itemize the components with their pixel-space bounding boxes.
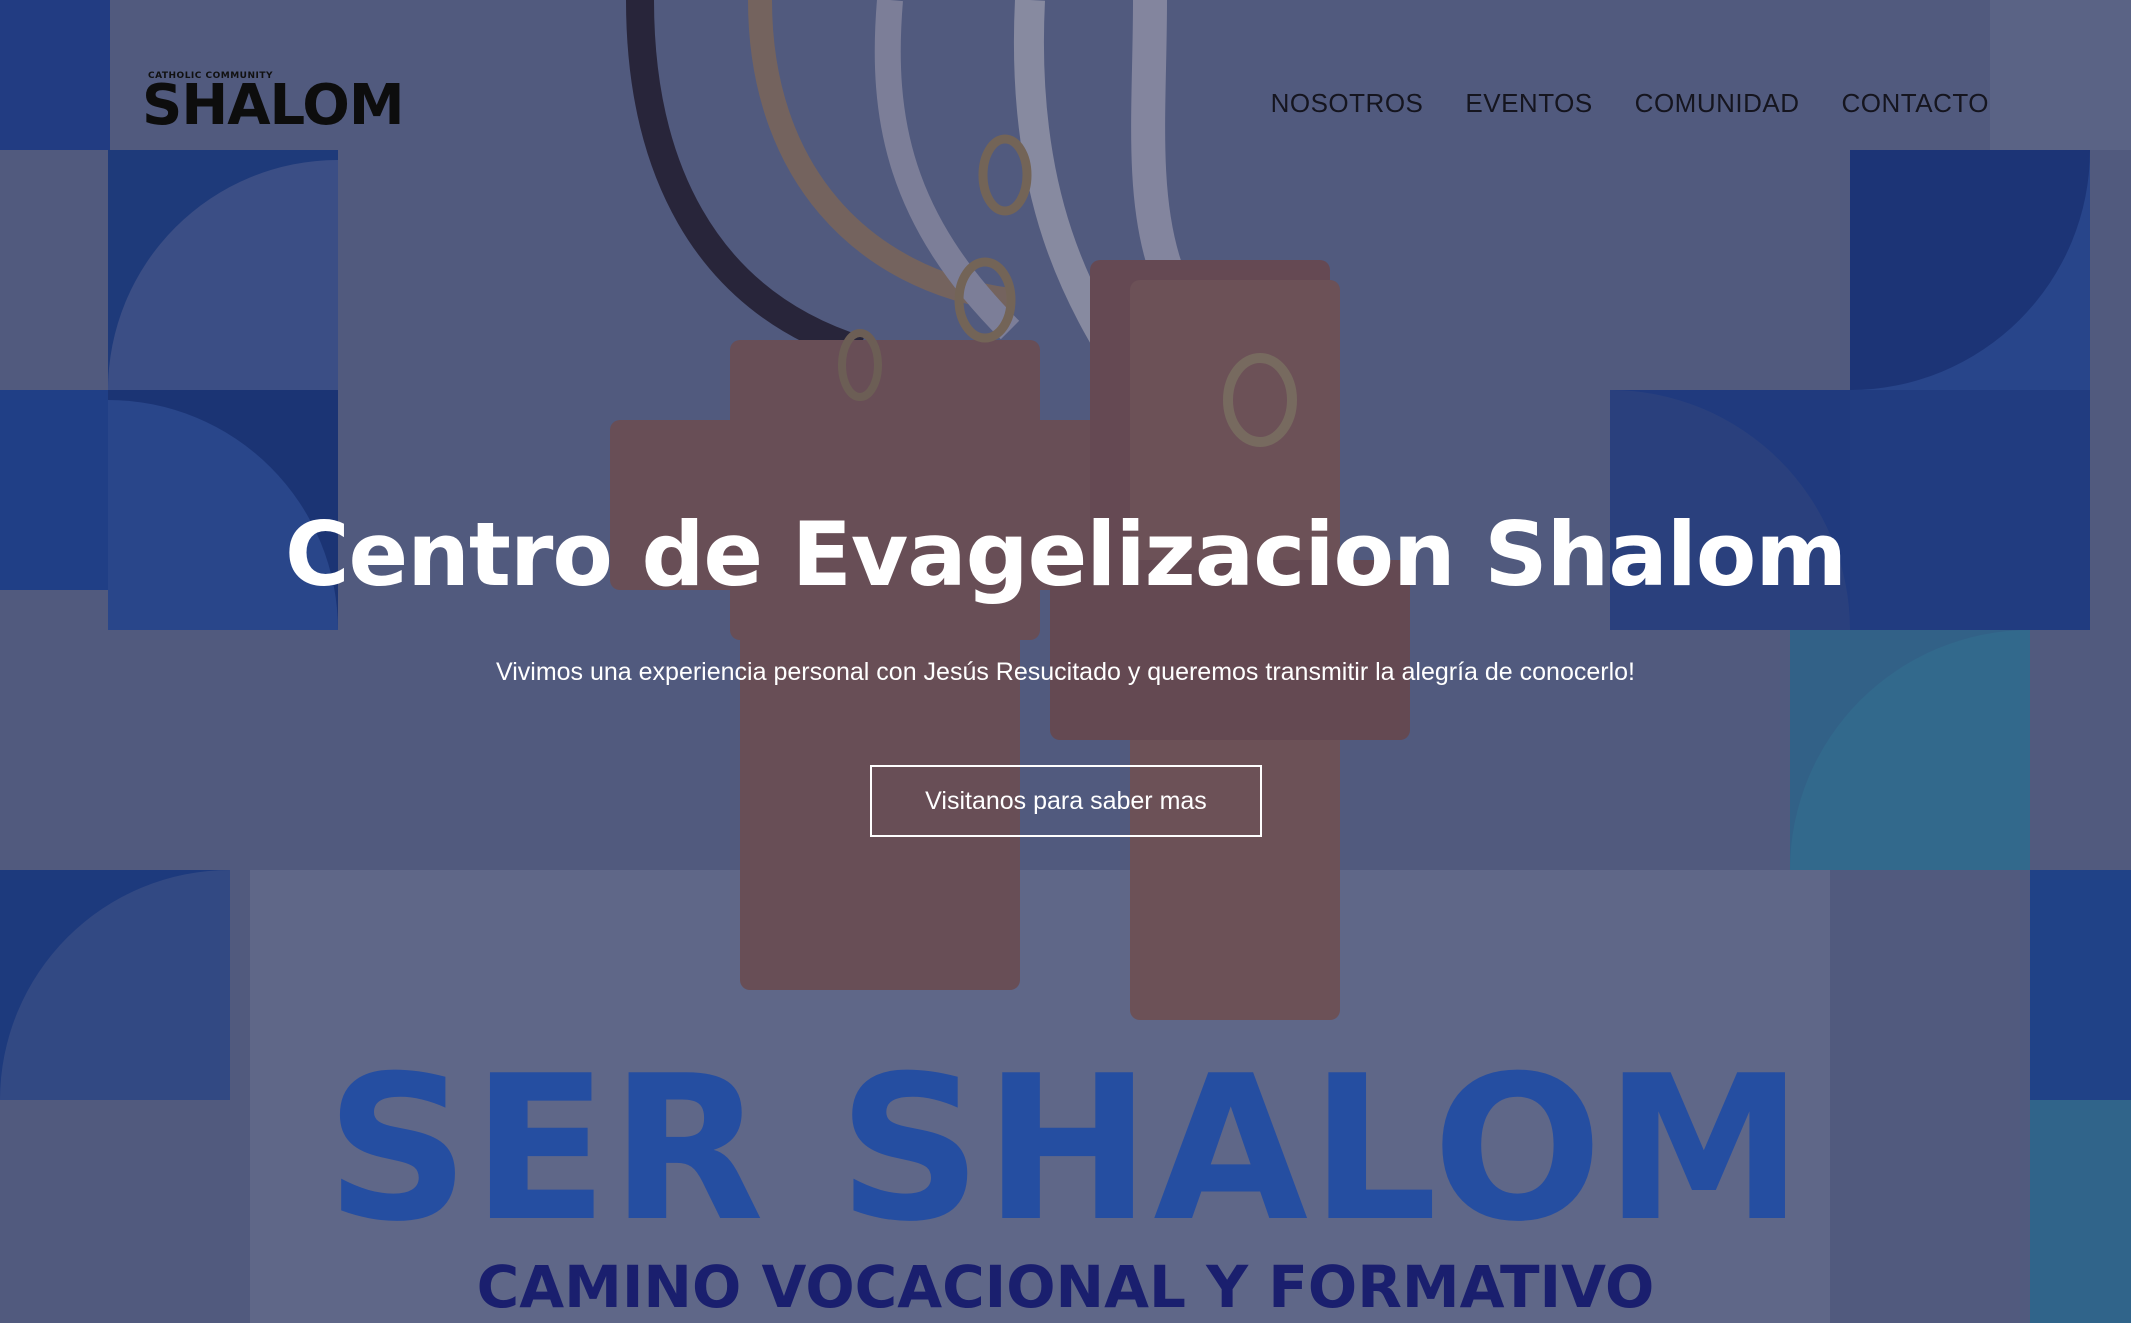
nav-item-nosotros[interactable]: NOSOTROS	[1271, 88, 1424, 119]
site-logo[interactable]: CATHOLIC COMMUNITY SHALOM	[142, 68, 405, 138]
main-navigation: NOSOTROS EVENTOS COMUNIDAD CONTACTO	[1271, 88, 1989, 119]
hero-subtitle: Vivimos una experiencia personal con Jes…	[495, 658, 1635, 686]
nav-item-eventos[interactable]: EVENTOS	[1465, 88, 1592, 119]
visit-cta-button[interactable]: Visitanos para saber mas	[870, 765, 1262, 837]
hero-section: SER SHALOM CAMINO VOCACIONAL Y FORMATIVO…	[0, 0, 2131, 1323]
nav-item-comunidad[interactable]: COMUNIDAD	[1635, 88, 1800, 119]
nav-item-contacto[interactable]: CONTACTO	[1842, 88, 1989, 119]
hero-title: Centro de Evagelizacion Shalom	[284, 503, 1847, 606]
background-poster-headline: SER SHALOM	[325, 1033, 1806, 1266]
background-poster-subheadline: CAMINO VOCACIONAL Y FORMATIVO	[476, 1253, 1655, 1321]
logo-wordmark: SHALOM	[142, 73, 405, 138]
